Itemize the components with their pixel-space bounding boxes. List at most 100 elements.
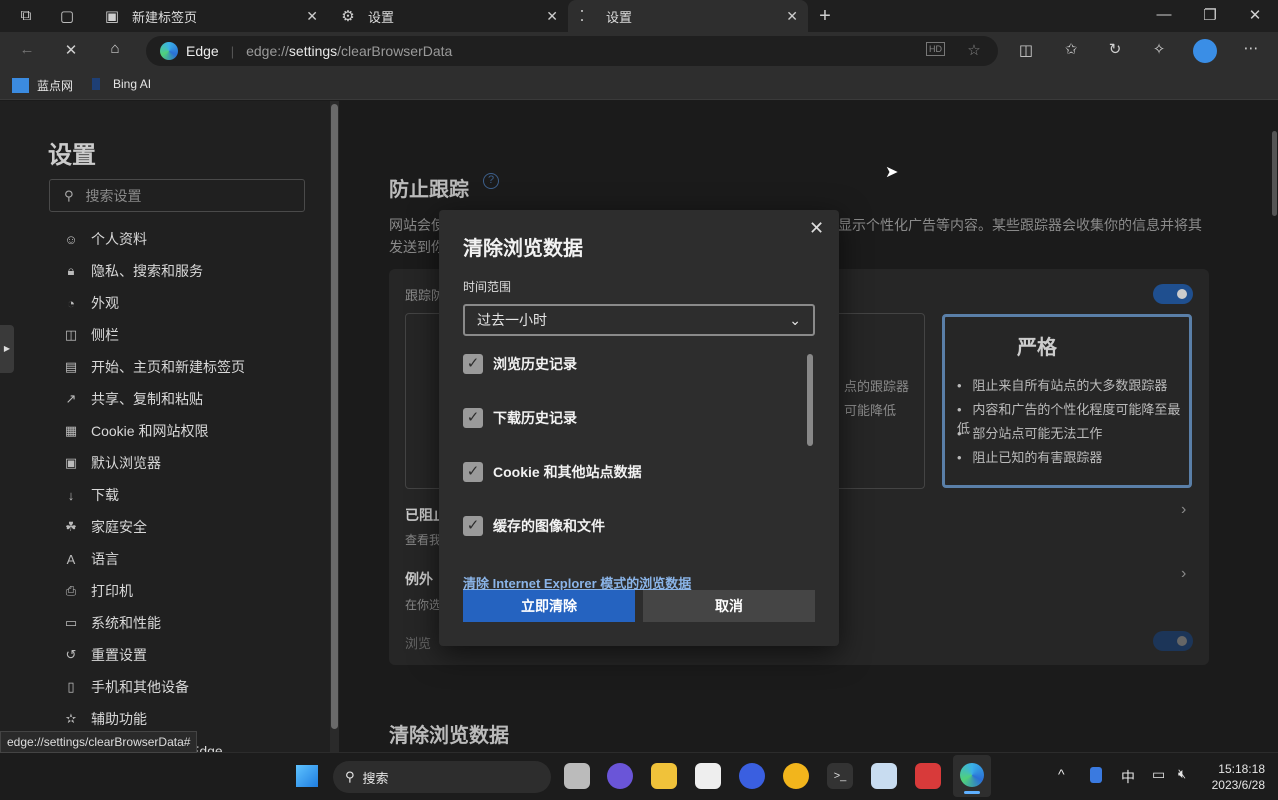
sidebar-item-system[interactable]: ▭系统和性能 [62,609,161,637]
dialog-scrollbar[interactable] [807,354,813,446]
vertical-tabs-icon[interactable]: ▢ [55,7,79,25]
task-view-icon[interactable] [564,763,590,789]
lock-icon: 🔒︎ [62,263,80,279]
cancel-button[interactable]: 取消 [643,590,815,622]
family-icon: ☘ [62,519,80,535]
close-tab-icon[interactable]: ✕ [306,8,318,25]
canary-icon[interactable] [783,763,809,789]
tab-new-tab[interactable]: ▣新建标签页✕ [92,0,328,32]
file-explorer-icon[interactable] [651,763,677,789]
sidebar-item-home[interactable]: ▤开始、主页和新建标签页 [62,353,245,381]
taskbar: ⚲搜索 [0,752,1278,800]
inprivate-toggle[interactable] [1153,631,1193,651]
split-screen-icon[interactable]: ◫ [1014,41,1038,59]
checkbox-item[interactable]: ✓ 浏览历史记录 [463,354,577,374]
close-dialog-icon[interactable]: ✕ [809,218,824,239]
sidebar-item-label: 侧栏 [91,325,119,345]
close-window-button[interactable]: ✕ [1243,6,1267,24]
tab-settings-active[interactable]: ⁚设置✕ [568,0,808,32]
sidebar-item-browser[interactable]: ▣默认浏览器 [62,449,161,477]
start-button[interactable] [296,765,318,787]
chevron-right-icon[interactable]: › [1181,565,1186,583]
checkbox-item[interactable]: ✓Cookie 和其他站点数据 [463,462,642,482]
help-icon[interactable]: ? [483,173,499,189]
restore-button[interactable]: ❐ [1198,6,1222,24]
favorites-icon[interactable]: ✩ [1059,40,1083,58]
sidebar-item-label: 隐私、搜索和服务 [91,261,203,281]
close-tab-icon[interactable]: ✕ [546,8,558,25]
exceptions-title[interactable]: 例外 [405,569,433,589]
checkbox-checked-icon[interactable]: ✓ [463,354,483,374]
exceptions-sub: 在你选 [405,596,441,613]
clear-now-button[interactable]: 立即清除 [463,590,635,622]
dialog-title: 清除浏览数据 [463,232,583,261]
resource-monitor-icon[interactable] [871,763,897,789]
sidebar-item-printer[interactable]: ⎙打印机 [62,577,133,605]
sidebar-item-reset[interactable]: ↺重置设置 [62,641,147,669]
sidebar-item-lock[interactable]: 🔒︎ 隐私、搜索和服务 [62,257,203,285]
minimize-button[interactable]: — [1152,6,1176,23]
stop-loading-icon[interactable]: ✕ [59,41,83,59]
checkbox-checked-icon[interactable]: ✓ [463,408,483,428]
history-icon[interactable]: ↻ [1103,40,1127,58]
edge-canary-taskbar-button[interactable] [953,755,991,797]
time-range-select[interactable]: 过去一小时⌄ [463,304,815,336]
checkbox-item[interactable]: ✓缓存的图像和文件 [463,516,605,536]
url-text[interactable]: edge://settings/clearBrowserData [246,43,452,59]
sidebar-scrollbar-thumb[interactable] [331,104,338,729]
store-icon[interactable] [695,763,721,789]
strict-option-card[interactable]: 严格 • 阻止来自所有站点的大多数跟踪器• 内容和广告的个性化程度可能降至最低•… [942,314,1192,488]
balanced-bullet: 点的跟踪器 [844,376,909,395]
strict-title: 严格 [1017,331,1057,360]
bookmark-landian[interactable]: 蓝点网 [12,77,73,94]
home-icon[interactable]: ⌂ [103,40,127,57]
sidebar-item-download[interactable]: ↓下载 [62,481,119,509]
cookie-icon: ▦ [62,423,80,439]
terminal-icon[interactable]: >_ [827,763,853,789]
add-favorite-icon[interactable]: ☆ [962,41,986,59]
ime-indicator[interactable]: 中 [1121,767,1135,787]
extensions-icon[interactable]: ✧ [1147,40,1171,58]
tab-label: 新建标签页 [132,7,197,26]
site-identity[interactable]: Edge [186,43,219,59]
mouse-cursor-icon: ➤ [885,162,898,182]
tracking-toggle[interactable] [1153,284,1193,304]
sidebar-item-palette[interactable]: ◔外观 [62,289,119,317]
settings-search-input[interactable]: ⚲搜索设置 [49,179,305,212]
sidebar-item-language[interactable]: A语言 [62,545,119,573]
sidebar-item-accessibility[interactable]: ✫辅助功能 [62,705,147,733]
vivaldi-icon[interactable] [915,763,941,789]
teams-icon[interactable] [607,763,633,789]
network-icon[interactable]: ▭ [1152,766,1165,783]
sidebar-item-sidebar[interactable]: ◫侧栏 [62,321,119,349]
close-tab-icon[interactable]: ✕ [786,8,798,25]
taskbar-search[interactable]: ⚲搜索 [333,761,551,793]
workspaces-icon[interactable]: ⧉ [14,7,38,24]
firefox-icon[interactable] [739,763,765,789]
show-hidden-icons[interactable]: ^ [1058,766,1065,782]
main-scrollbar[interactable] [1270,101,1278,752]
sidebar-item-phone[interactable]: ▯手机和其他设备 [62,673,189,701]
sidebar-item-cookie[interactable]: ▦Cookie 和网站权限 [62,417,208,445]
chevron-right-icon[interactable]: › [1181,501,1186,519]
clock[interactable]: 15:18:182023/6/28 [1205,761,1265,793]
status-bar-url: edge://settings/clearBrowserData# [0,731,197,753]
volume-muted-icon[interactable]: 🔇︎ [1178,766,1186,782]
checkbox-item[interactable]: ✓下载历史记录 [463,408,577,428]
address-bar[interactable]: Edge | edge://settings/clearBrowserData … [146,36,998,66]
tray-app-icon[interactable] [1090,767,1102,783]
checkbox-checked-icon[interactable]: ✓ [463,516,483,536]
sidebar-collapse-handle[interactable]: ▶ [0,325,14,373]
bookmark-bing-ai[interactable]: Bing AI [92,77,151,91]
sidebar-item-profile[interactable]: ☺个人资料 [62,225,147,253]
sidebar-item-family[interactable]: ☘家庭安全 [62,513,147,541]
checkbox-label: 浏览历史记录 [493,354,577,374]
sidebar-item-share[interactable]: ↗共享、复制和粘贴 [62,385,203,413]
more-menu-icon[interactable]: ⋯ [1239,39,1263,57]
new-tab-button[interactable]: + [813,5,837,28]
tab-settings[interactable]: ⚙设置✕ [332,0,568,32]
hd-icon[interactable]: HD [926,42,945,56]
back-icon[interactable]: ← [15,41,39,58]
profile-avatar[interactable] [1193,39,1217,63]
checkbox-checked-icon[interactable]: ✓ [463,462,483,482]
